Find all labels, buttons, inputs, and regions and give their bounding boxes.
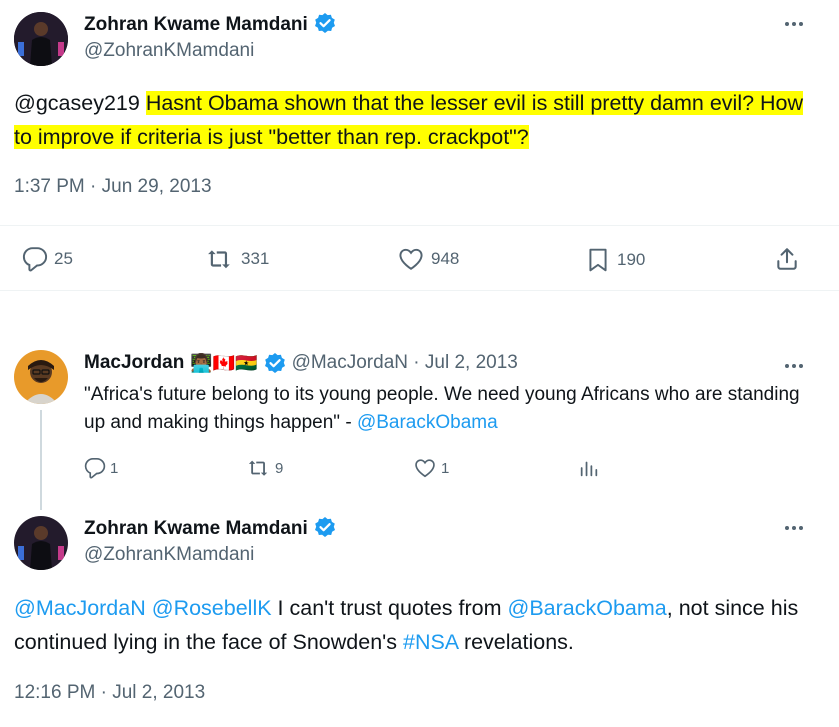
- like-button[interactable]: 1: [413, 457, 449, 479]
- verified-icon: [264, 353, 285, 373]
- tweet-text: @gcasey219 Hasnt Obama shown that the le…: [14, 86, 814, 154]
- text-segment: I can't trust quotes from: [271, 596, 508, 620]
- retweet-button[interactable]: 331: [205, 246, 269, 272]
- author-handle[interactable]: @ZohranKMamdani: [84, 544, 254, 566]
- like-count: 948: [431, 249, 460, 268]
- like-icon: [415, 459, 435, 478]
- like-icon: [399, 248, 423, 270]
- avatar[interactable]: [14, 12, 68, 66]
- more-icon[interactable]: [782, 12, 806, 36]
- mention-link[interactable]: @BarackObama: [357, 412, 498, 433]
- author-handle-date[interactable]: @MacJordaN · Jul 2, 2013: [292, 352, 518, 374]
- retweet-count: 331: [241, 249, 270, 268]
- views-icon: [580, 461, 598, 477]
- mention-link[interactable]: @gcasey219: [14, 91, 140, 115]
- bookmark-button[interactable]: 190: [585, 246, 645, 274]
- author-row: MacJordan 👨🏾‍💻🇨🇦🇬🇭 @MacJordaN · Jul 2, 2…: [84, 352, 518, 374]
- author-row: Zohran Kwame Mamdani: [84, 12, 336, 36]
- thread-line: [40, 410, 42, 510]
- divider: [0, 225, 839, 226]
- author-name[interactable]: MacJordan: [84, 352, 184, 374]
- emoji-flags: 👨🏾‍💻🇨🇦🇬🇭: [190, 352, 258, 373]
- author-row: Zohran Kwame Mamdani: [84, 516, 336, 540]
- like-count: 1: [441, 459, 450, 477]
- verified-icon: [314, 517, 335, 537]
- more-icon[interactable]: [782, 354, 806, 378]
- verified-icon: [314, 13, 335, 33]
- divider: [0, 290, 839, 291]
- more-icon[interactable]: [782, 516, 806, 540]
- reply-icon: [84, 458, 106, 479]
- bookmark-icon: [589, 248, 607, 272]
- reply-icon: [22, 247, 48, 272]
- hashtag-link[interactable]: #NSA: [403, 630, 458, 654]
- views-button[interactable]: [578, 457, 600, 479]
- reply-count: 1: [110, 459, 119, 477]
- timestamp[interactable]: 12:16 PM · Jul 2, 2013: [14, 682, 205, 704]
- retweet-icon: [248, 460, 268, 476]
- share-icon: [777, 248, 797, 270]
- reply-button[interactable]: 1: [84, 457, 118, 479]
- mention-link[interactable]: @RosebellK: [152, 596, 272, 620]
- avatar[interactable]: [14, 516, 68, 570]
- retweet-count: 9: [275, 459, 284, 477]
- timestamp[interactable]: 1:37 PM · Jun 29, 2013: [14, 176, 212, 198]
- bookmark-count: 190: [617, 250, 646, 269]
- retweet-icon: [208, 250, 230, 269]
- share-button[interactable]: [774, 246, 800, 272]
- author-name[interactable]: Zohran Kwame Mamdani: [84, 14, 308, 35]
- mention-link[interactable]: @MacJordaN: [14, 596, 146, 620]
- text-segment: revelations.: [457, 630, 574, 654]
- like-button[interactable]: 948: [397, 246, 459, 272]
- avatar[interactable]: [14, 350, 68, 404]
- reply-count: 25: [54, 249, 73, 268]
- reply-button[interactable]: 25: [22, 246, 73, 272]
- author-handle[interactable]: @ZohranKMamdani: [84, 40, 254, 62]
- tweet-text: @MacJordaN @RosebellK I can't trust quot…: [14, 591, 824, 659]
- author-name[interactable]: Zohran Kwame Mamdani: [84, 518, 308, 539]
- retweet-button[interactable]: 9: [247, 457, 283, 479]
- tweet-text: "Africa's future belong to its young peo…: [84, 381, 824, 437]
- mention-link[interactable]: @BarackObama: [508, 596, 667, 620]
